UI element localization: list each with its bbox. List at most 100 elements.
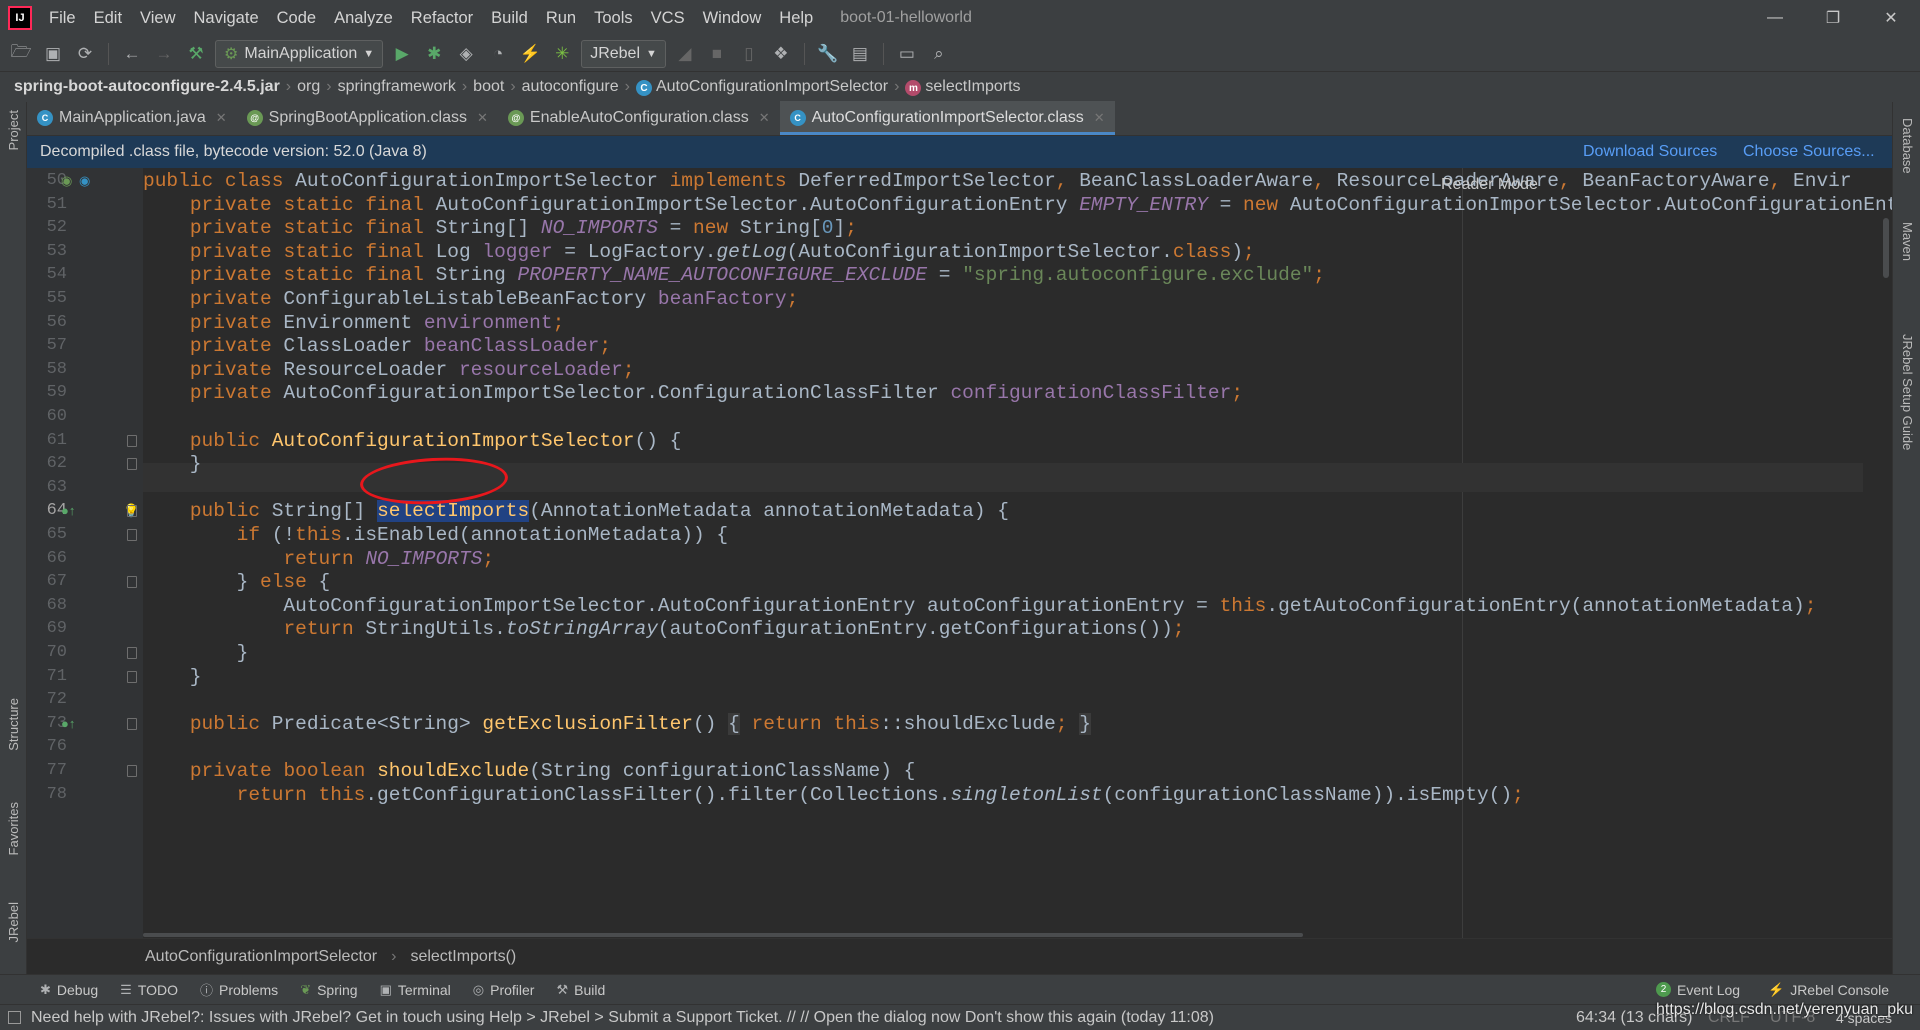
menu-view[interactable]: View — [131, 9, 184, 28]
breadcrumb-separator: › — [894, 78, 900, 95]
override-gutter-icon[interactable]: ●↑ — [61, 716, 75, 731]
menu-run[interactable]: Run — [537, 9, 585, 28]
fold-marker-icon[interactable] — [127, 647, 137, 659]
favorites-panel-button[interactable]: Favorites — [6, 802, 21, 855]
debug-tool-button[interactable]: ✱ Debug — [40, 982, 98, 998]
build-hammer-icon[interactable]: ⚒ — [183, 41, 209, 67]
close-tab-icon[interactable]: ✕ — [216, 110, 227, 126]
jrebel-select[interactable]: JRebel ▼ — [581, 39, 666, 68]
breadcrumb-class-label: AutoConfigurationImportSelector — [655, 77, 889, 95]
restore-button[interactable]: ❐ — [1804, 0, 1862, 36]
tab-mainapplication[interactable]: C MainApplication.java ✕ — [27, 101, 237, 135]
fold-marker-icon[interactable] — [127, 765, 137, 777]
profiler-tool-button[interactable]: ◎ Profiler — [473, 982, 535, 998]
line-number: 72 — [46, 690, 67, 710]
menu-vcs[interactable]: VCS — [642, 9, 694, 28]
close-button[interactable]: ✕ — [1862, 0, 1920, 36]
structure-panel-button[interactable]: Structure — [6, 698, 21, 751]
menu-tools[interactable]: Tools — [585, 9, 642, 28]
tab-label: MainApplication.java — [59, 109, 206, 126]
sync-icon[interactable]: ⟳ — [72, 41, 98, 67]
reader-mode-button[interactable]: Reader Mode — [1441, 176, 1538, 194]
event-log-button[interactable]: 2 Event Log — [1656, 982, 1740, 998]
fold-marker-icon[interactable] — [127, 458, 137, 471]
jrebel-disabled-icon[interactable]: ◢ — [672, 41, 698, 67]
sdk-icon[interactable]: ▤ — [847, 41, 873, 67]
run-icon[interactable]: ▶ — [389, 41, 415, 67]
jrebel-panel-button[interactable]: JRebel — [6, 902, 21, 942]
todo-tool-button[interactable]: ☰ TODO — [120, 982, 178, 998]
coverage-icon[interactable]: ◈ — [453, 41, 479, 67]
open-folder-icon[interactable]: 🗁 — [8, 41, 34, 67]
breadcrumb-jar[interactable]: spring-boot-autoconfigure-2.4.5.jar — [14, 78, 280, 96]
menu-refactor[interactable]: Refactor — [402, 9, 482, 28]
editor-crumb-class[interactable]: AutoConfigurationImportSelector — [145, 948, 377, 966]
menu-analyze[interactable]: Analyze — [325, 9, 402, 28]
override-gutter-icon[interactable]: ●↑ — [61, 503, 75, 518]
fold-marker-icon[interactable] — [127, 717, 137, 730]
search-icon[interactable]: ⌕ — [926, 41, 952, 67]
jrebel-run-icon[interactable]: ⚡ — [517, 41, 543, 67]
back-icon[interactable]: ← — [119, 41, 145, 67]
close-tab-icon[interactable]: ✕ — [477, 110, 488, 126]
breadcrumb-org[interactable]: org — [297, 78, 320, 96]
jrebel-console-button[interactable]: ⚡ JRebel Console — [1768, 982, 1889, 998]
jrebel-debug-icon[interactable]: ✳ — [549, 41, 575, 67]
presentation-icon[interactable]: ▭ — [894, 41, 920, 67]
menu-edit[interactable]: Edit — [85, 9, 131, 28]
choose-sources-link[interactable]: Choose Sources... — [1743, 143, 1875, 161]
menu-build[interactable]: Build — [482, 9, 537, 28]
fold-marker-icon[interactable] — [127, 576, 137, 589]
menu-code[interactable]: Code — [268, 9, 325, 28]
tab-autoconfigurationimportselector[interactable]: C AutoConfigurationImportSelector.class … — [779, 101, 1115, 135]
breadcrumb-autoconfigure[interactable]: autoconfigure — [522, 78, 619, 96]
build-tool-button[interactable]: ⚒ Build — [556, 982, 605, 998]
fold-marker-icon[interactable] — [127, 529, 137, 541]
tab-enableautoconfiguration[interactable]: @ EnableAutoConfiguration.class ✕ — [498, 101, 780, 135]
spring-bean-gutter-icon[interactable]: ◉ — [61, 173, 72, 189]
settings-icon[interactable]: 🔧 — [815, 41, 841, 67]
horizontal-scrollbar[interactable] — [143, 933, 1303, 937]
save-icon[interactable]: ▣ — [40, 41, 66, 67]
database-panel-button[interactable]: Database — [1900, 118, 1915, 174]
stop-icon[interactable]: ■ — [704, 41, 730, 67]
close-tab-icon[interactable]: ✕ — [1094, 110, 1105, 126]
annotation-icon: @ — [246, 110, 263, 126]
maven-panel-button[interactable]: Maven — [1900, 222, 1915, 261]
menu-navigate[interactable]: Navigate — [185, 9, 268, 28]
editor-crumb-method[interactable]: selectImports() — [410, 948, 516, 966]
profile-icon[interactable]: ◔ — [485, 41, 511, 67]
tab-springbootapplication[interactable]: @ SpringBootApplication.class ✕ — [237, 101, 498, 135]
download-sources-link[interactable]: Download Sources — [1583, 143, 1717, 161]
spring-tool-button[interactable]: ❦ Spring — [300, 982, 357, 998]
debug-icon[interactable]: ✱ — [421, 41, 447, 67]
project-structure-icon[interactable]: ❖ — [768, 41, 794, 67]
project-panel-button[interactable]: Project — [6, 110, 21, 150]
breadcrumb-method[interactable]: m selectImports — [905, 78, 1021, 97]
fold-marker-icon[interactable] — [127, 670, 137, 683]
status-message[interactable]: Need help with JRebel?: Issues with JReb… — [31, 1009, 1214, 1027]
terminal-tool-button[interactable]: ▣ Terminal — [380, 982, 451, 998]
jrebel-setup-guide-button[interactable]: JRebel Setup Guide — [1900, 334, 1915, 450]
menu-window[interactable]: Window — [694, 9, 771, 28]
attach-icon[interactable]: ▯ — [736, 41, 762, 67]
problems-tool-button[interactable]: ⓘ Problems — [200, 980, 278, 999]
fold-marker-icon[interactable] — [127, 434, 137, 447]
breadcrumb-class[interactable]: C AutoConfigurationImportSelector — [635, 77, 889, 97]
breadcrumb-springframework[interactable]: springframework — [338, 78, 456, 96]
menu-help[interactable]: Help — [770, 9, 822, 28]
breadcrumb-boot[interactable]: boot — [473, 78, 504, 96]
line-number: 51 — [46, 194, 67, 214]
code-editor[interactable]: 50 51 52 53 54 55 56 57 58 59 60 61 62 63 64 65 66 67 68 69… — [27, 168, 1892, 938]
fold-marker-icon[interactable] — [127, 505, 137, 518]
toolbar-separator — [108, 42, 109, 65]
close-tab-icon[interactable]: ✕ — [759, 110, 770, 126]
minimize-button[interactable]: — — [1746, 0, 1804, 36]
menu-file[interactable]: File — [40, 9, 85, 28]
status-checkbox-icon[interactable] — [8, 1011, 21, 1024]
forward-icon[interactable]: → — [151, 41, 177, 67]
vertical-scrollbar[interactable] — [1883, 218, 1889, 278]
run-config-select[interactable]: ⚙ MainApplication ▼ — [215, 39, 384, 68]
implements-gutter-icon[interactable]: ◉ — [79, 173, 90, 189]
line-number: 53 — [46, 241, 67, 261]
